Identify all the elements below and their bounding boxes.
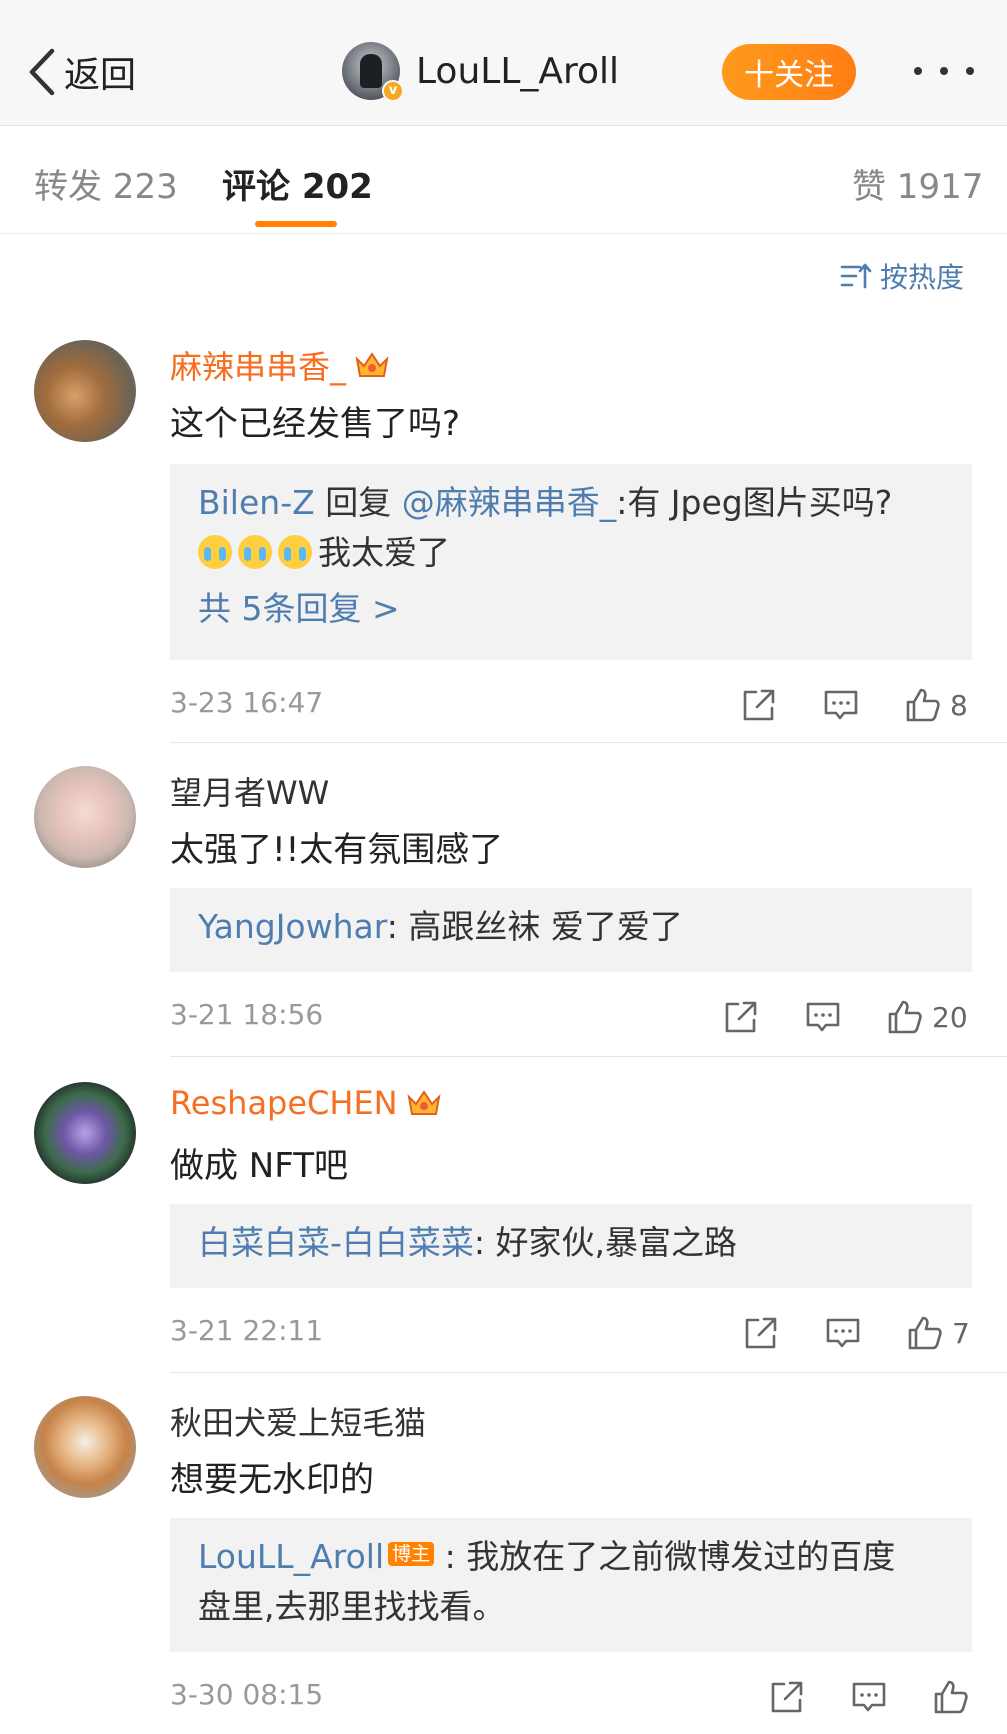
reply-button[interactable]	[822, 686, 860, 724]
comment-icon	[826, 1318, 860, 1348]
crying-emoji-icon	[198, 535, 232, 569]
like-button[interactable]	[932, 1678, 978, 1716]
follow-button[interactable]: 十关注	[722, 44, 856, 100]
author-name: 秋田犬爱上短毛猫	[170, 1404, 427, 1442]
vip-crown-icon	[355, 352, 389, 377]
author-name: 麻辣串串香_	[170, 348, 347, 386]
thumbs-up-icon	[888, 1000, 922, 1034]
reply-text: : 我放在了之前微博发过的百度	[434, 1537, 896, 1576]
reply-text: : 高跟丝袜 爱了爱了	[386, 907, 683, 946]
reply-text: 我太爱了	[318, 533, 450, 572]
tab-reposts[interactable]: 转发 223	[34, 159, 178, 208]
commenter-avatar[interactable]	[34, 1396, 136, 1498]
share-icon	[725, 1001, 757, 1033]
reply-button[interactable]	[804, 998, 842, 1036]
tab-likes[interactable]: 赞 1917	[852, 159, 983, 208]
share-icon	[771, 1681, 803, 1713]
like-button[interactable]: 7	[906, 1314, 970, 1352]
chevron-left-icon	[29, 48, 55, 96]
more-options-icon[interactable]	[914, 56, 974, 86]
reply-author[interactable]: 白菜白菜-白白菜菜	[198, 1223, 474, 1262]
reply-author[interactable]: LouLL_Aroll	[198, 1537, 384, 1576]
top-nav-bar: 返回 v LouLL_Aroll 十关注	[0, 0, 1007, 126]
share-button[interactable]	[722, 998, 760, 1036]
comment-meta: 3-21 18:56 20	[170, 998, 972, 1038]
comment-icon	[824, 690, 858, 720]
comment-author[interactable]: ReshapeCHEN	[170, 1084, 442, 1122]
comment-icon	[806, 1002, 840, 1032]
comment-author[interactable]: 望月者WW	[170, 768, 329, 814]
share-button[interactable]	[740, 686, 778, 724]
view-all-replies-link[interactable]: 共 5条回复 >	[198, 584, 944, 634]
author-name: 望月者WW	[170, 774, 330, 812]
poster-profile[interactable]: v LouLL_Aroll	[342, 42, 619, 102]
like-button[interactable]: 8	[904, 686, 968, 724]
thumbs-up-icon	[906, 688, 940, 722]
share-button[interactable]	[768, 1678, 806, 1716]
commenter-avatar[interactable]	[34, 1082, 136, 1184]
blogger-badge: 博主	[388, 1542, 435, 1566]
back-button[interactable]: 返回	[26, 44, 136, 100]
comment-author[interactable]: 秋田犬爱上短毛猫	[170, 1398, 426, 1444]
reply-preview[interactable]: YangJowhar: 高跟丝袜 爱了爱了	[170, 888, 972, 972]
comment-divider	[170, 1372, 1007, 1373]
reply-text: 盘里,去那里找找看。	[198, 1587, 506, 1626]
share-button[interactable]	[742, 1314, 780, 1352]
reply-preview[interactable]: Bilen-Z 回复 @麻辣串串香_:有 Jpeg图片买吗? 我太爱了 共 5条…	[170, 464, 972, 660]
verified-badge-icon: v	[382, 80, 404, 102]
comment-text: 做成 NFT吧	[170, 1146, 348, 1186]
comment-meta: 3-21 22:11 7	[170, 1314, 972, 1354]
reply-text: 回复	[314, 483, 402, 522]
reply-author[interactable]: YangJowhar	[198, 907, 387, 946]
reply-text: :有 Jpeg图片买吗?	[616, 483, 893, 522]
like-count: 20	[932, 1000, 968, 1034]
commenter-avatar[interactable]	[34, 766, 136, 868]
sort-icon	[840, 263, 872, 289]
comment-time: 3-21 18:56	[170, 998, 324, 1031]
comment-time: 3-23 16:47	[170, 686, 324, 719]
comment-meta: 3-23 16:47 8	[170, 686, 972, 726]
tab-bar: 转发 223 评论 202 赞 1917	[0, 127, 1007, 234]
comment-time: 3-21 22:11	[170, 1314, 324, 1347]
crying-emoji-icon	[238, 535, 272, 569]
like-count: 8	[950, 688, 968, 722]
comment-time: 3-30 08:15	[170, 1678, 324, 1711]
crying-emoji-icon	[278, 535, 312, 569]
poster-name[interactable]: LouLL_Aroll	[416, 51, 619, 92]
poster-avatar[interactable]: v	[342, 42, 404, 102]
active-tab-indicator	[255, 221, 337, 227]
comment-divider	[170, 742, 1007, 743]
like-count: 7	[952, 1316, 970, 1350]
reply-author[interactable]: Bilen-Z	[198, 483, 315, 522]
thumbs-up-icon	[908, 1316, 942, 1350]
sort-label: 按热度	[880, 261, 965, 294]
reply-button[interactable]	[824, 1314, 862, 1352]
sort-by-hot-button[interactable]: 按热度	[840, 256, 964, 296]
reply-preview[interactable]: 白菜白菜-白白菜菜: 好家伙,暴富之路	[170, 1204, 972, 1288]
tab-comments[interactable]: 评论 202	[222, 159, 373, 208]
comment-divider	[170, 1056, 1007, 1057]
author-name: ReshapeCHEN	[170, 1084, 398, 1122]
comment-text: 太强了!!太有氛围感了	[170, 830, 504, 870]
reply-preview[interactable]: LouLL_Aroll 博主 : 我放在了之前微博发过的百度 盘里,去那里找找看。	[170, 1518, 972, 1652]
like-button[interactable]: 20	[886, 998, 968, 1036]
comment-author[interactable]: 麻辣串串香_	[170, 342, 390, 388]
thumbs-up-icon	[934, 1680, 968, 1714]
commenter-avatar[interactable]	[34, 340, 136, 442]
comment-icon	[852, 1682, 886, 1712]
vip-crown-icon	[407, 1090, 441, 1115]
share-icon	[745, 1317, 777, 1349]
share-icon	[743, 689, 775, 721]
reply-mention[interactable]: @麻辣串串香_	[402, 483, 617, 522]
comment-text: 想要无水印的	[170, 1460, 374, 1500]
reply-text: : 好家伙,暴富之路	[473, 1223, 738, 1262]
back-label: 返回	[64, 55, 137, 96]
comment-meta: 3-30 08:15	[170, 1678, 972, 1718]
reply-button[interactable]	[850, 1678, 888, 1716]
comment-text: 这个已经发售了吗?	[170, 404, 461, 444]
